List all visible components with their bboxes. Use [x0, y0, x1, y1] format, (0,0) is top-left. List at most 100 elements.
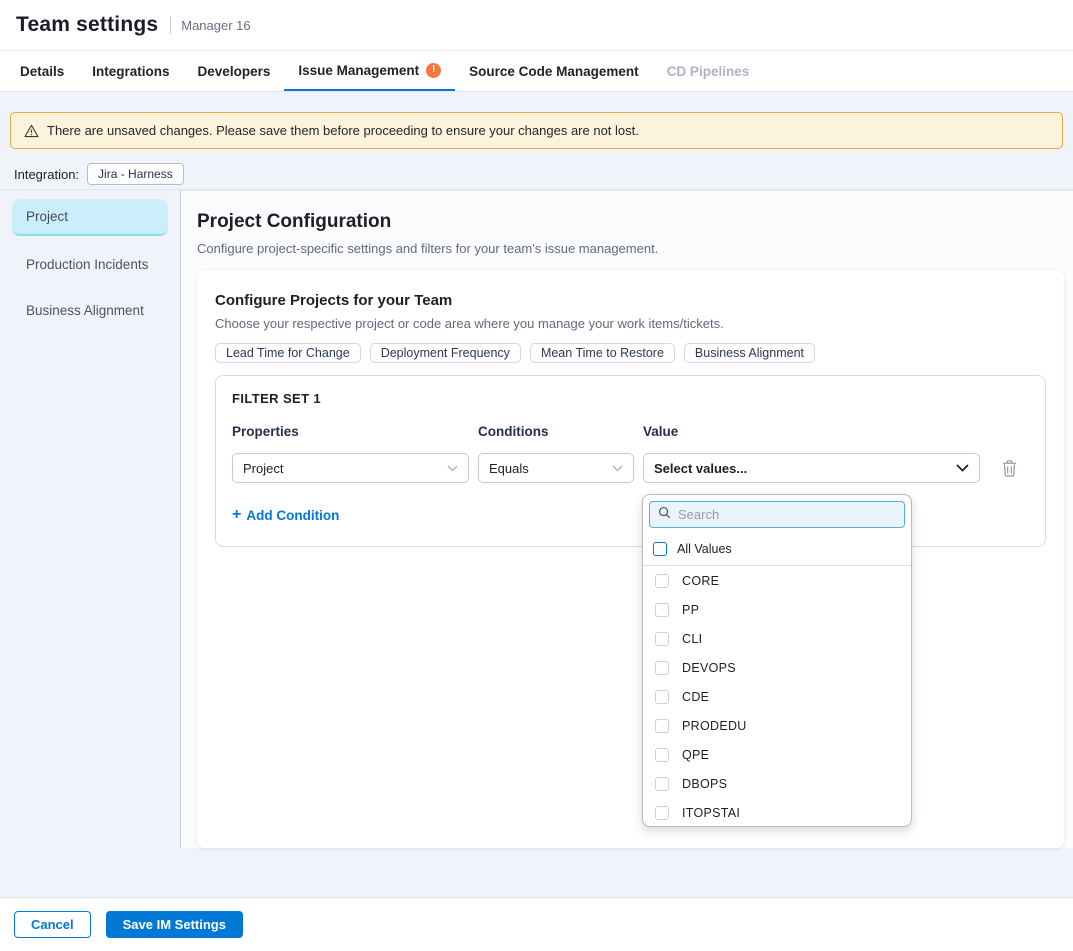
team-settings-page: Team settings Manager 16 Details Integra… [0, 0, 1073, 951]
option-checkbox[interactable] [655, 603, 669, 617]
integration-chip[interactable]: Jira - Harness [87, 163, 184, 185]
warning-triangle-icon [24, 124, 39, 138]
card-description: Choose your respective project or code a… [215, 316, 1046, 331]
option-checkbox[interactable] [655, 661, 669, 675]
tab-developers-label: Developers [198, 64, 271, 79]
value-dropdown-panel: All Values CORE PP [642, 494, 912, 827]
page-subtitle: Manager 16 [181, 18, 250, 33]
chevron-down-icon [447, 465, 458, 472]
page-title: Team settings [16, 13, 158, 37]
dropdown-option[interactable]: CLI [643, 624, 911, 653]
condition-select[interactable]: Equals [478, 453, 634, 483]
metric-chips-row: Lead Time for Change Deployment Frequenc… [215, 343, 1046, 363]
card-title: Configure Projects for your Team [215, 292, 1046, 309]
integration-row: Integration: Jira - Harness [14, 163, 1059, 185]
option-label: QPE [682, 748, 709, 762]
tab-integrations[interactable]: Integrations [78, 51, 183, 91]
option-checkbox[interactable] [655, 632, 669, 646]
option-label: PP [682, 603, 699, 617]
option-label: PRODEDU [682, 719, 747, 733]
option-label: CORE [682, 574, 719, 588]
condition-select-value: Equals [489, 461, 529, 476]
section-title: Project Configuration [197, 211, 1064, 233]
option-label: ITOPSTAI [682, 806, 740, 820]
add-condition-label: Add Condition [246, 508, 339, 523]
property-select[interactable]: Project [232, 453, 469, 483]
option-checkbox[interactable] [655, 806, 669, 820]
all-values-label: All Values [677, 542, 732, 556]
dropdown-option[interactable]: ITOPSTAI [643, 798, 911, 827]
filter-set-title: FILTER SET 1 [232, 391, 1029, 406]
chevron-down-icon [956, 464, 969, 472]
plus-icon: + [232, 507, 241, 523]
dropdown-search-box [649, 501, 905, 528]
option-checkbox[interactable] [655, 574, 669, 588]
project-configuration-panel: Project Configuration Configure project-… [181, 190, 1073, 848]
option-label: DEVOPS [682, 661, 736, 675]
integration-label: Integration: [14, 167, 79, 182]
tab-bar: Details Integrations Developers Issue Ma… [0, 50, 1073, 92]
all-values-option[interactable]: All Values [643, 534, 911, 566]
value-select-placeholder: Select values... [654, 461, 747, 476]
option-label: DBOPS [682, 777, 727, 791]
value-cell: Select values... [643, 453, 980, 483]
tab-issue-management[interactable]: Issue Management ! [284, 51, 455, 91]
dropdown-option[interactable]: DBOPS [643, 769, 911, 798]
content-area: There are unsaved changes. Please save t… [0, 92, 1073, 897]
filter-set-1: FILTER SET 1 Properties Conditions Value… [215, 375, 1046, 547]
option-label: CDE [682, 690, 709, 704]
properties-column-label: Properties [232, 424, 469, 439]
configure-projects-card: Configure Projects for your Team Choose … [197, 270, 1064, 848]
dropdown-option[interactable]: PP [643, 595, 911, 624]
trash-icon [1002, 460, 1017, 477]
dropdown-option[interactable]: QPE [643, 740, 911, 769]
conditions-column-label: Conditions [478, 424, 634, 439]
dropdown-search-input[interactable] [678, 507, 896, 522]
tab-integrations-label: Integrations [92, 64, 169, 79]
unsaved-changes-badge-icon: ! [426, 63, 441, 78]
property-select-value: Project [243, 461, 283, 476]
tab-details[interactable]: Details [6, 51, 78, 91]
sidebar-item-production-incidents[interactable]: Production Incidents [12, 247, 168, 282]
footer-action-bar: Cancel Save IM Settings [0, 897, 1073, 951]
tab-issue-management-label: Issue Management [298, 63, 419, 78]
banner-text: There are unsaved changes. Please save t… [47, 123, 639, 138]
title-separator [170, 16, 171, 34]
page-header: Team settings Manager 16 [0, 0, 1073, 50]
sidebar-item-business-alignment[interactable]: Business Alignment [12, 293, 168, 328]
cancel-button[interactable]: Cancel [14, 911, 91, 938]
option-checkbox[interactable] [655, 690, 669, 704]
option-label: CLI [682, 632, 702, 646]
dropdown-option[interactable]: CORE [643, 566, 911, 595]
section-description: Configure project-specific settings and … [197, 241, 1064, 256]
chip-business-alignment[interactable]: Business Alignment [684, 343, 815, 363]
chevron-down-icon [612, 465, 623, 472]
option-checkbox[interactable] [655, 777, 669, 791]
tab-source-code-management[interactable]: Source Code Management [455, 51, 653, 91]
delete-filter-button[interactable] [995, 454, 1023, 482]
option-checkbox[interactable] [655, 748, 669, 762]
tab-details-label: Details [20, 64, 64, 79]
chip-mean-time-to-restore[interactable]: Mean Time to Restore [530, 343, 675, 363]
dropdown-option[interactable]: DEVOPS [643, 653, 911, 682]
settings-body: Project Production Incidents Business Al… [0, 189, 1073, 848]
dropdown-option[interactable]: PRODEDU [643, 711, 911, 740]
tab-cd-pipelines: CD Pipelines [653, 51, 764, 91]
tab-developers[interactable]: Developers [184, 51, 285, 91]
value-column-label: Value [643, 424, 980, 439]
search-icon [658, 506, 671, 524]
add-condition-button[interactable]: + Add Condition [232, 507, 339, 523]
tab-cd-pipelines-label: CD Pipelines [667, 64, 750, 79]
sidebar-item-project[interactable]: Project [12, 199, 168, 236]
tab-source-code-management-label: Source Code Management [469, 64, 639, 79]
save-im-settings-button[interactable]: Save IM Settings [106, 911, 243, 938]
sidebar: Project Production Incidents Business Al… [0, 190, 181, 848]
all-values-checkbox[interactable] [653, 542, 667, 556]
chip-lead-time-for-change[interactable]: Lead Time for Change [215, 343, 361, 363]
filter-grid: Properties Conditions Value Project [232, 424, 1029, 483]
chip-deployment-frequency[interactable]: Deployment Frequency [370, 343, 521, 363]
value-multiselect[interactable]: Select values... [643, 453, 980, 483]
dropdown-option[interactable]: CDE [643, 682, 911, 711]
option-checkbox[interactable] [655, 719, 669, 733]
unsaved-changes-banner: There are unsaved changes. Please save t… [10, 112, 1063, 149]
